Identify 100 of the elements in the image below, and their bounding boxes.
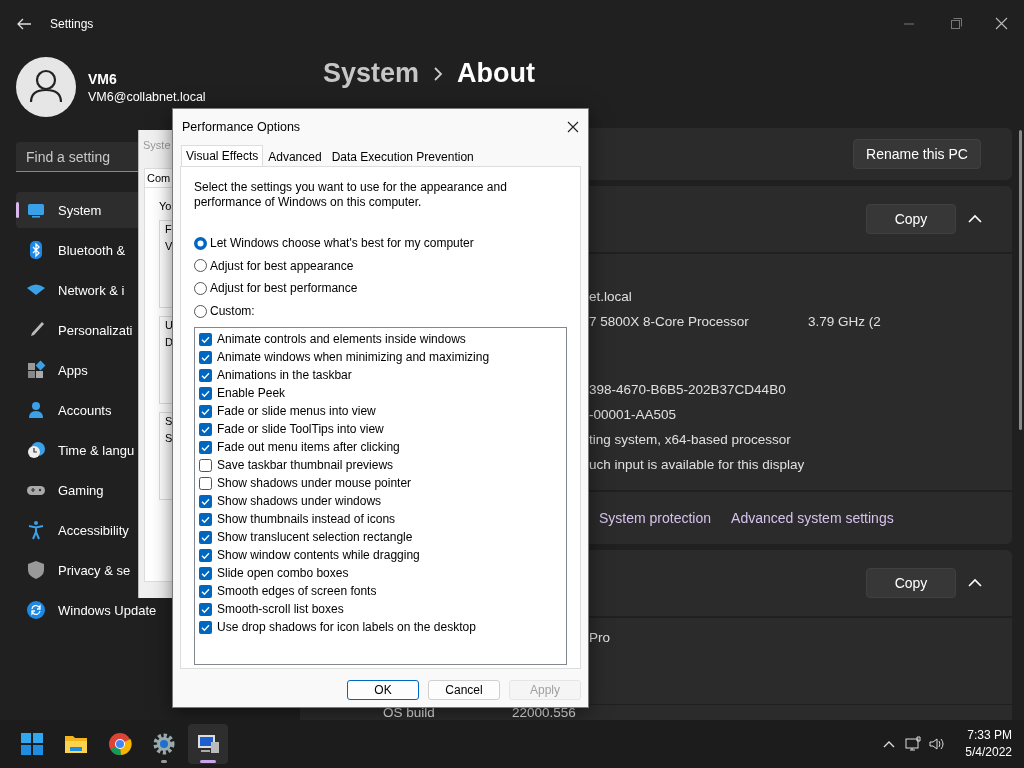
checkbox[interactable] bbox=[199, 422, 212, 436]
avatar-icon bbox=[16, 57, 76, 117]
checkbox-label[interactable]: Show shadows under mouse pointer bbox=[217, 476, 412, 491]
dialog-button[interactable]: OK bbox=[347, 680, 419, 700]
sidebar-item[interactable]: Gaming bbox=[16, 472, 138, 508]
checkbox[interactable] bbox=[199, 440, 212, 454]
copy-button[interactable]: Copy bbox=[866, 568, 956, 598]
checkbox-label[interactable]: Animate windows when minimizing and maximizing bbox=[217, 350, 490, 365]
related-link[interactable]: Advanced system settings bbox=[731, 510, 894, 526]
taskbar-app[interactable] bbox=[188, 724, 228, 764]
sidebar-item[interactable]: System bbox=[16, 192, 138, 228]
spec-value: 398-4670-B6B5-202B37CD44B0 bbox=[589, 382, 787, 397]
radio-label[interactable]: Custom: bbox=[210, 304, 255, 319]
spec-value: 7 5800X 8-Core Processor bbox=[589, 314, 750, 329]
checkbox[interactable] bbox=[199, 368, 212, 382]
description-text: Yo bbox=[159, 200, 172, 212]
group-text: U bbox=[165, 319, 173, 331]
checkbox-label[interactable]: Animate controls and elements inside windows bbox=[217, 332, 466, 347]
spec-value: -00001-AA505 bbox=[589, 407, 678, 422]
related-link[interactable]: System protection bbox=[599, 510, 712, 526]
checkbox-label[interactable]: Show translucent selection rectangle bbox=[217, 530, 413, 545]
radio-label[interactable]: Let Windows choose what's best for my computer bbox=[210, 236, 474, 251]
sidebar-item[interactable]: Bluetooth & bbox=[16, 232, 138, 268]
checkbox-label[interactable]: Fade out menu items after clicking bbox=[217, 440, 400, 455]
checkbox[interactable] bbox=[199, 476, 212, 490]
search-field[interactable]: Find a setting bbox=[16, 142, 138, 172]
checkbox[interactable] bbox=[199, 530, 212, 544]
accessibility-icon bbox=[26, 520, 46, 540]
window-title: Syste bbox=[143, 139, 171, 151]
checkbox[interactable] bbox=[199, 458, 212, 472]
group-text: V bbox=[165, 240, 173, 252]
checkbox-label[interactable]: Save taskbar thumbnail previews bbox=[217, 458, 394, 473]
checkbox-label[interactable]: Slide open combo boxes bbox=[217, 566, 349, 581]
tab[interactable]: Advanced bbox=[263, 148, 327, 166]
spec-value: 22000.556 bbox=[512, 705, 577, 720]
checkbox[interactable] bbox=[199, 332, 212, 346]
spec-value: Pro bbox=[589, 630, 611, 645]
chevron-right-icon bbox=[433, 66, 444, 81]
sidebar-item[interactable]: Accessibility bbox=[16, 512, 138, 548]
checkbox[interactable] bbox=[199, 386, 212, 400]
radio-label[interactable]: Adjust for best appearance bbox=[210, 258, 354, 273]
sidebar-item[interactable]: Personalizati bbox=[16, 312, 138, 348]
group-text: S bbox=[165, 415, 173, 427]
checkbox[interactable] bbox=[199, 548, 212, 562]
checkbox-label[interactable]: Enable Peek bbox=[217, 386, 286, 401]
breadcrumb-item[interactable]: System bbox=[323, 58, 420, 89]
radio-button[interactable] bbox=[194, 259, 207, 273]
radio-button[interactable] bbox=[194, 282, 207, 295]
clock-date[interactable]: 5/4/2022 bbox=[965, 744, 1012, 761]
spec-label: OS build bbox=[383, 705, 436, 720]
apps-icon bbox=[26, 360, 46, 380]
checkbox[interactable] bbox=[199, 404, 212, 418]
tab[interactable]: Visual Effects bbox=[181, 145, 264, 166]
page-title: About bbox=[457, 58, 536, 89]
user-email: VM6@collabnet.local bbox=[88, 89, 206, 104]
sidebar-item[interactable]: Time & langu bbox=[16, 432, 138, 468]
checkbox-label[interactable]: Smooth edges of screen fonts bbox=[217, 584, 377, 599]
radio-label[interactable]: Adjust for best performance bbox=[210, 281, 358, 296]
sidebar-item[interactable]: Apps bbox=[16, 352, 138, 388]
checkbox[interactable] bbox=[199, 584, 212, 598]
sidebar-item[interactable]: Windows Update bbox=[16, 592, 157, 628]
checkbox-label[interactable]: Use drop shadows for icon labels on the desktop bbox=[217, 620, 476, 635]
close-icon[interactable] bbox=[567, 121, 579, 133]
checkbox-label[interactable]: Fade or slide ToolTips into view bbox=[217, 422, 384, 437]
radio-button[interactable] bbox=[194, 236, 207, 250]
clock-time[interactable]: 7:33 PM bbox=[967, 727, 1012, 744]
checkbox-label[interactable]: Animations in the taskbar bbox=[217, 368, 352, 383]
dialog-button[interactable]: Cancel bbox=[428, 680, 500, 700]
checkbox-label[interactable]: Show window contents while dragging bbox=[217, 548, 420, 563]
checkbox-label[interactable]: Smooth-scroll list boxes bbox=[217, 602, 344, 617]
scrollbar[interactable] bbox=[1019, 130, 1022, 430]
checkbox[interactable] bbox=[199, 602, 212, 616]
back-arrow-icon[interactable] bbox=[16, 16, 32, 32]
group-text: F bbox=[165, 223, 172, 235]
volume-icon[interactable] bbox=[929, 736, 946, 752]
sidebar-item[interactable]: Privacy & se bbox=[16, 552, 138, 588]
checkbox-label[interactable]: Show shadows under windows bbox=[217, 494, 382, 509]
dialog-title: Performance Options bbox=[182, 120, 301, 134]
checkbox[interactable] bbox=[199, 512, 212, 526]
spec-value: et.local bbox=[589, 289, 633, 304]
description-text: Select the settings you want to use for the appearance and performance of Windows on this computer. bbox=[194, 180, 508, 210]
checkbox-label[interactable]: Show thumbnails instead of icons bbox=[217, 512, 396, 527]
spec-value: ting system, x64-based processor bbox=[589, 432, 792, 447]
radio-button[interactable] bbox=[194, 304, 207, 318]
copy-button[interactable]: Copy bbox=[866, 204, 956, 234]
window-title: Settings bbox=[50, 17, 94, 31]
clock-icon bbox=[26, 440, 46, 460]
tab[interactable]: Com bbox=[144, 168, 174, 187]
group-text: S bbox=[165, 432, 173, 444]
checkbox[interactable] bbox=[199, 620, 212, 634]
gear-icon bbox=[152, 732, 176, 756]
checkbox[interactable] bbox=[199, 494, 212, 508]
sidebar-item[interactable]: Accounts bbox=[16, 392, 138, 428]
tab[interactable]: Data Execution Prevention bbox=[326, 148, 479, 166]
network-icon[interactable] bbox=[905, 736, 922, 752]
checkbox-label[interactable]: Fade or slide menus into view bbox=[217, 404, 376, 419]
sidebar-item[interactable]: Network & i bbox=[16, 272, 138, 308]
checkbox[interactable] bbox=[199, 566, 212, 580]
rename-button[interactable]: Rename this PC bbox=[853, 139, 981, 169]
checkbox[interactable] bbox=[199, 350, 212, 364]
